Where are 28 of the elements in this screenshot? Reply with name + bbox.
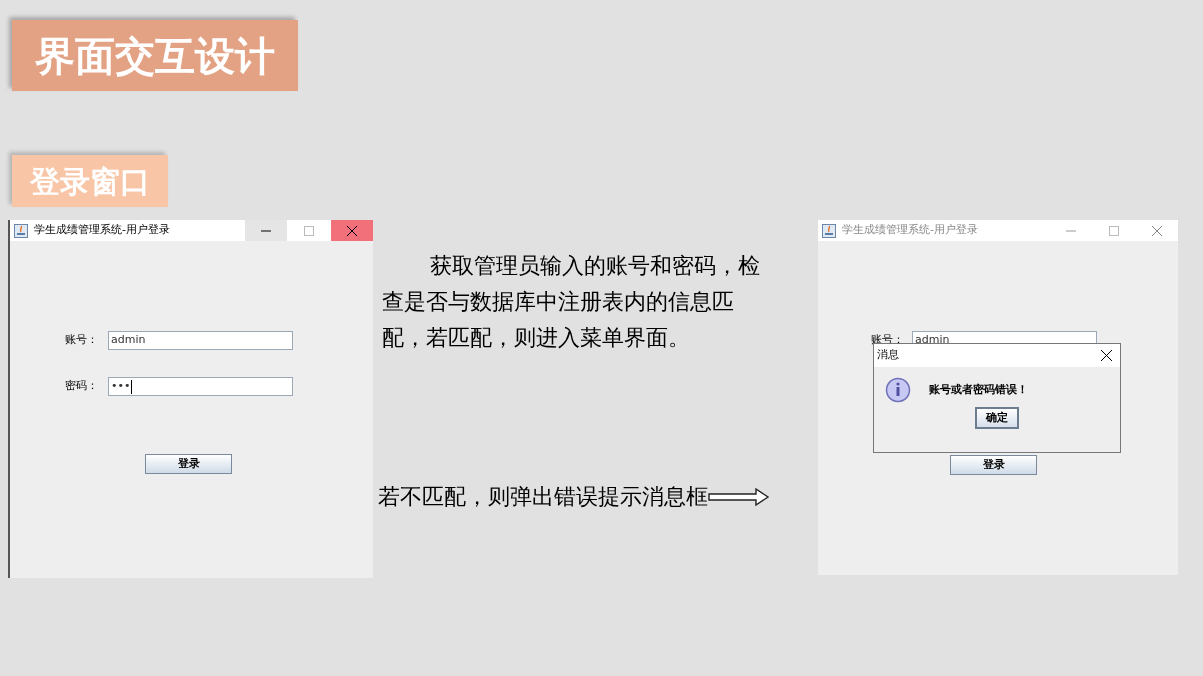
slide-title: 界面交互设计	[12, 20, 298, 91]
close-icon[interactable]	[1101, 350, 1112, 361]
info-icon	[885, 377, 911, 403]
minimize-button[interactable]	[245, 220, 287, 241]
login-button[interactable]: 登录	[950, 455, 1037, 476]
app-icon	[822, 223, 836, 238]
dialog-title: 消息	[877, 347, 899, 364]
password-field[interactable]: •••	[108, 377, 293, 396]
maximize-icon	[304, 225, 314, 236]
ok-button[interactable]: 确定	[975, 407, 1019, 429]
text-field[interactable]: admin	[108, 331, 293, 350]
login-button[interactable]: 登录	[145, 454, 232, 475]
description-text: 若不匹配，则弹出错误提示消息框	[378, 483, 708, 511]
dialog-message: 账号或者密码错误！	[929, 381, 1028, 398]
close-icon	[1152, 225, 1162, 236]
field-label: 账号：	[65, 332, 99, 349]
maximize-icon	[1109, 225, 1119, 236]
section-heading: 登录窗口	[12, 155, 168, 207]
window-title: 学生成绩管理系统-用户登录	[842, 222, 978, 239]
field-label: 密码：	[65, 378, 99, 395]
arrow-icon	[708, 486, 770, 507]
close-button[interactable]	[331, 220, 373, 241]
description-text: 获取管理员输入的账号和密码，检查是否与数据库中注册表内的信息匹配，若匹配，则进入菜单界面。	[382, 252, 761, 352]
minimize-icon	[261, 229, 271, 232]
app-icon	[14, 223, 28, 238]
window-title: 学生成绩管理系统-用户登录	[34, 222, 170, 239]
close-icon	[347, 225, 357, 236]
minimize-icon	[1066, 229, 1076, 232]
